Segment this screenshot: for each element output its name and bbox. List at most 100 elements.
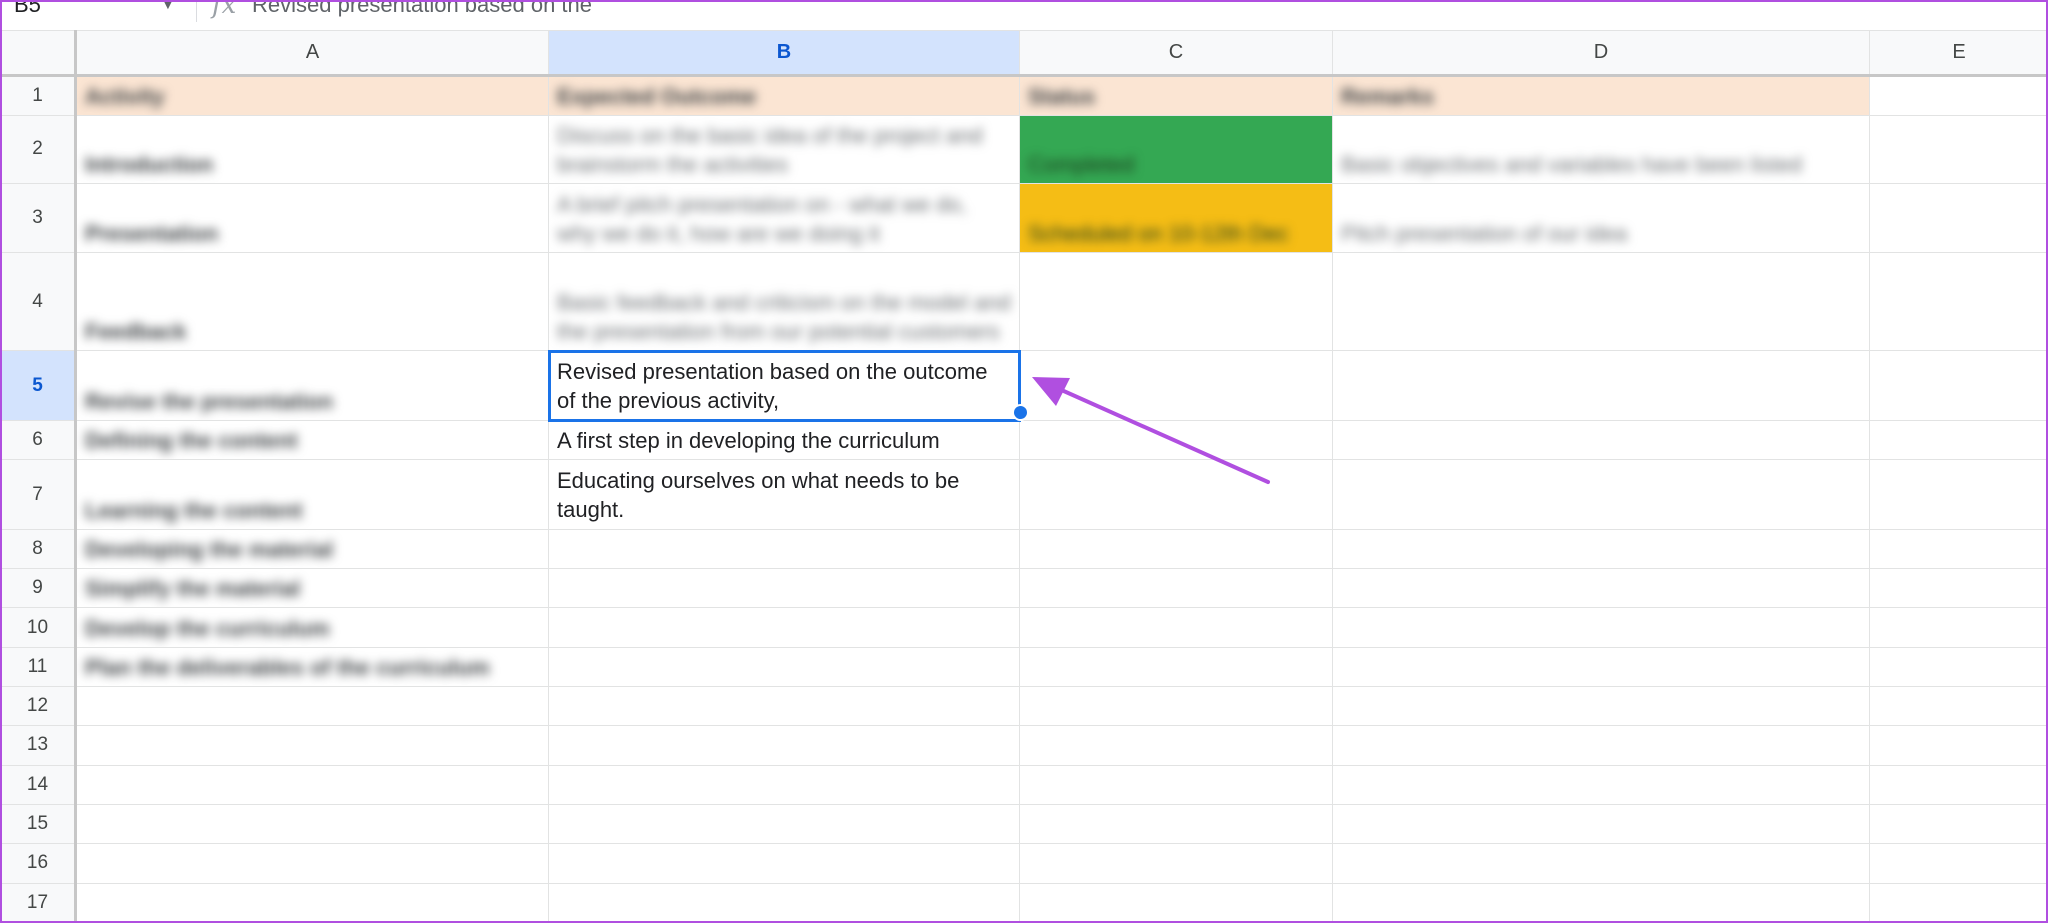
cell-a13[interactable] xyxy=(75,725,549,766)
cell-b1[interactable]: Expected Outcome xyxy=(548,75,1020,116)
cell-b8[interactable] xyxy=(548,528,1020,570)
formula-input[interactable]: Revised presentation based on the xyxy=(252,0,592,18)
row-header-2[interactable]: 2 xyxy=(0,114,77,185)
row-header-17[interactable]: 17 xyxy=(0,882,77,923)
cell-d13[interactable] xyxy=(1332,725,1870,766)
cell-d14[interactable] xyxy=(1332,764,1870,805)
cell-c11[interactable] xyxy=(1019,646,1333,688)
cell-b17[interactable] xyxy=(548,882,1020,923)
cell-a11[interactable]: Plan the deliverables of the curriculum xyxy=(75,646,549,688)
cell-e14[interactable] xyxy=(1869,764,2048,805)
cell-a7[interactable]: Learning the content xyxy=(75,459,549,530)
cell-d1[interactable]: Remarks xyxy=(1332,75,1870,116)
cell-e3[interactable] xyxy=(1869,183,2048,253)
cell-a16[interactable] xyxy=(75,843,549,884)
cell-d8[interactable] xyxy=(1332,528,1870,570)
cell-d4[interactable] xyxy=(1332,251,1870,352)
cell-d16[interactable] xyxy=(1332,843,1870,884)
cell-c17[interactable] xyxy=(1019,882,1333,923)
cell-e17[interactable] xyxy=(1869,882,2048,923)
column-header-d[interactable]: D xyxy=(1332,29,1870,78)
cell-e16[interactable] xyxy=(1869,843,2048,884)
cell-b15[interactable] xyxy=(548,803,1020,845)
cell-d5[interactable] xyxy=(1332,350,1870,421)
cell-a17[interactable] xyxy=(75,882,549,923)
select-all-corner[interactable] xyxy=(0,29,77,78)
cell-b11[interactable] xyxy=(548,646,1020,688)
cell-b2[interactable]: Discuss on the basic idea of the project… xyxy=(548,114,1020,185)
cell-a4[interactable]: Feedback xyxy=(75,251,549,352)
row-header-12[interactable]: 12 xyxy=(0,686,77,727)
cell-b7[interactable]: Educating ourselves on what needs to be … xyxy=(548,459,1020,530)
row-header-9[interactable]: 9 xyxy=(0,568,77,609)
cell-e11[interactable] xyxy=(1869,646,2048,688)
cell-c9[interactable] xyxy=(1019,568,1333,609)
cell-e15[interactable] xyxy=(1869,803,2048,845)
cell-a12[interactable] xyxy=(75,686,549,727)
cell-d17[interactable] xyxy=(1332,882,1870,923)
row-header-15[interactable]: 15 xyxy=(0,803,77,845)
cell-d2[interactable]: Basic objectives and variables have been… xyxy=(1332,114,1870,185)
row-header-14[interactable]: 14 xyxy=(0,764,77,805)
cell-c8[interactable] xyxy=(1019,528,1333,570)
cell-d10[interactable] xyxy=(1332,607,1870,648)
cell-b4[interactable]: Basic feedback and criticism on the mode… xyxy=(548,251,1020,352)
name-box[interactable]: B5 xyxy=(14,0,41,18)
cell-d7[interactable] xyxy=(1332,459,1870,530)
cell-d11[interactable] xyxy=(1332,646,1870,688)
cell-b9[interactable] xyxy=(548,568,1020,609)
cell-a9[interactable]: Simplify the material xyxy=(75,568,549,609)
row-header-16[interactable]: 16 xyxy=(0,843,77,884)
row-header-6[interactable]: 6 xyxy=(0,419,77,461)
cell-e6[interactable] xyxy=(1869,419,2048,461)
cell-a2[interactable]: Introduction xyxy=(75,114,549,185)
cell-b16[interactable] xyxy=(548,843,1020,884)
cell-c3[interactable]: Scheduled on 10-12th Dec xyxy=(1019,183,1333,253)
row-header-11[interactable]: 11 xyxy=(0,646,77,688)
cell-e4[interactable] xyxy=(1869,251,2048,352)
cell-a14[interactable] xyxy=(75,764,549,805)
row-header-5[interactable]: 5 xyxy=(0,350,77,421)
cell-e13[interactable] xyxy=(1869,725,2048,766)
cell-e10[interactable] xyxy=(1869,607,2048,648)
cell-c1[interactable]: Status xyxy=(1019,75,1333,116)
cell-d15[interactable] xyxy=(1332,803,1870,845)
cell-b3[interactable]: A brief pitch presentation on - what we … xyxy=(548,183,1020,253)
cell-a6[interactable]: Defining the content xyxy=(75,419,549,461)
cell-e12[interactable] xyxy=(1869,686,2048,727)
cell-a15[interactable] xyxy=(75,803,549,845)
cell-b12[interactable] xyxy=(548,686,1020,727)
column-header-b[interactable]: B xyxy=(548,29,1020,78)
cell-d9[interactable] xyxy=(1332,568,1870,609)
cell-d6[interactable] xyxy=(1332,419,1870,461)
row-header-3[interactable]: 3 xyxy=(0,183,77,253)
column-header-e[interactable]: E xyxy=(1869,29,2048,78)
cell-d3[interactable]: Pitch presentation of our idea xyxy=(1332,183,1870,253)
cell-a1[interactable]: Activity xyxy=(75,75,549,116)
cell-c12[interactable] xyxy=(1019,686,1333,727)
row-header-8[interactable]: 8 xyxy=(0,528,77,570)
cell-a10[interactable]: Develop the curriculum xyxy=(75,607,549,648)
active-cell-b5[interactable]: Revised presentation based on the outcom… xyxy=(547,349,1021,422)
cell-a8[interactable]: Developing the material xyxy=(75,528,549,570)
cell-c10[interactable] xyxy=(1019,607,1333,648)
cell-e1[interactable] xyxy=(1869,75,2048,116)
cell-c4[interactable] xyxy=(1019,251,1333,352)
cell-c14[interactable] xyxy=(1019,764,1333,805)
cell-b13[interactable] xyxy=(548,725,1020,766)
cell-c13[interactable] xyxy=(1019,725,1333,766)
chevron-down-icon[interactable]: ▼ xyxy=(160,0,176,14)
cell-b6[interactable]: A first step in developing the curriculu… xyxy=(548,419,1020,461)
row-header-1[interactable]: 1 xyxy=(0,75,77,116)
cell-b10[interactable] xyxy=(548,607,1020,648)
column-header-c[interactable]: C xyxy=(1019,29,1333,78)
cell-c16[interactable] xyxy=(1019,843,1333,884)
cell-e7[interactable] xyxy=(1869,459,2048,530)
cell-c15[interactable] xyxy=(1019,803,1333,845)
cell-c2[interactable]: Completed xyxy=(1019,114,1333,185)
row-header-10[interactable]: 10 xyxy=(0,607,77,648)
row-header-4[interactable]: 4 xyxy=(0,251,77,352)
cell-a3[interactable]: Presentation xyxy=(75,183,549,253)
cell-e9[interactable] xyxy=(1869,568,2048,609)
cell-e8[interactable] xyxy=(1869,528,2048,570)
